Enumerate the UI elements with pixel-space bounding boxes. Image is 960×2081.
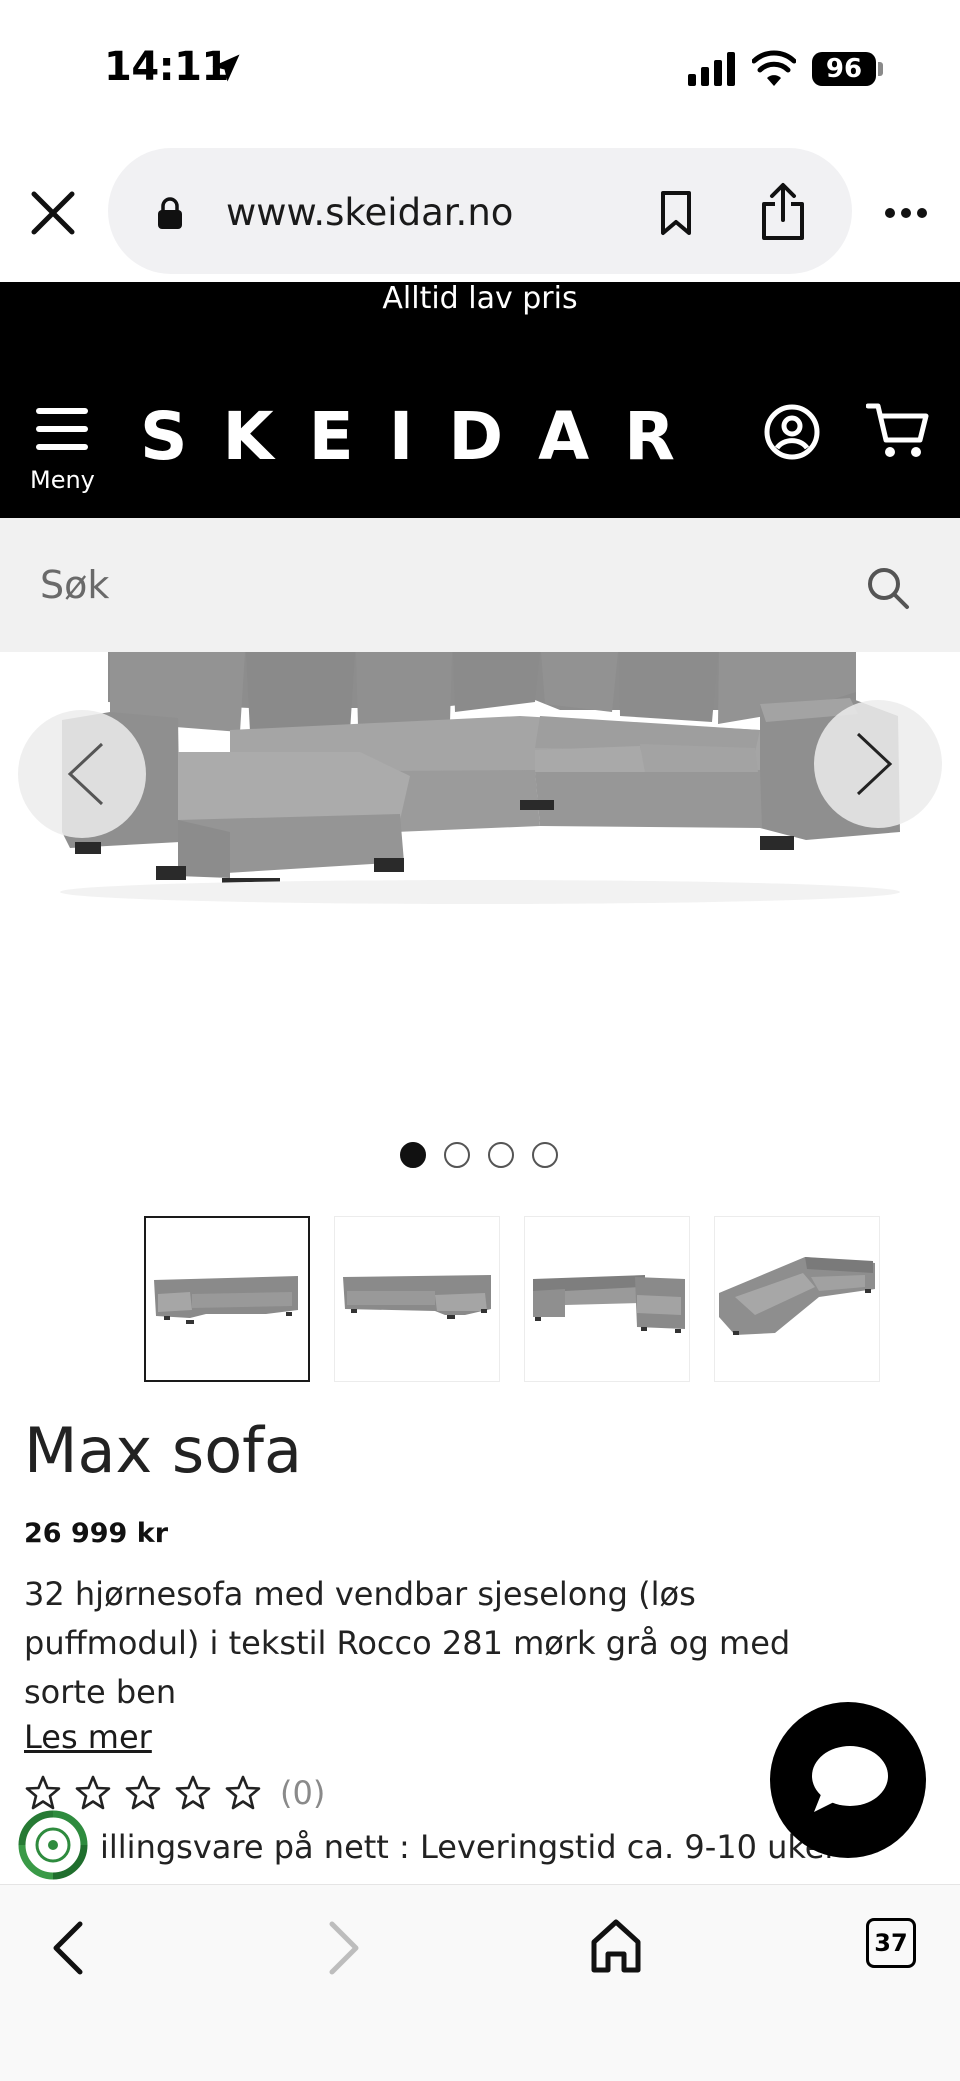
url-text[interactable]: www.skeidar.no: [226, 191, 513, 234]
review-count: (0): [280, 1774, 326, 1812]
star-empty-icon: [25, 1775, 61, 1810]
thumbnail-image: [719, 1257, 875, 1335]
wifi-icon: [752, 50, 796, 86]
battery-cap: [878, 62, 883, 76]
gallery-dot[interactable]: [532, 1142, 558, 1168]
gallery-prev-button[interactable]: [18, 710, 146, 838]
home-icon[interactable]: [590, 1918, 642, 1974]
gallery-dot[interactable]: [444, 1142, 470, 1168]
thumbnail[interactable]: [334, 1216, 500, 1382]
gallery-next-button[interactable]: [814, 700, 942, 828]
browser-bottom-toolbar: [0, 1884, 960, 2081]
star-empty-icon: [225, 1775, 261, 1810]
product-title: Max sofa: [24, 1414, 302, 1487]
forward-icon[interactable]: [322, 1918, 366, 1978]
back-icon[interactable]: [46, 1918, 90, 1978]
hamburger-icon: [36, 408, 88, 450]
cellular-signal-icon: [688, 52, 735, 86]
promo-banner: Alltid lav pris: [0, 282, 960, 344]
tabs-icon[interactable]: 37: [866, 1918, 916, 1968]
lock-icon: [158, 197, 182, 229]
thumbnail[interactable]: [524, 1216, 690, 1382]
thumbnail-image: [343, 1275, 491, 1319]
thumbnail-image: [533, 1275, 685, 1333]
cart-icon[interactable]: [866, 402, 930, 460]
chevron-right-icon: [856, 732, 893, 796]
search-icon[interactable]: [866, 566, 910, 610]
share-icon[interactable]: [758, 182, 808, 242]
status-bar: 14:11 96: [0, 0, 960, 140]
chevron-left-icon: [67, 742, 104, 806]
brand-logo[interactable]: SKEIDAR: [140, 398, 710, 475]
gallery-dot[interactable]: [488, 1142, 514, 1168]
battery-icon: 96: [812, 52, 876, 86]
star-empty-icon: [125, 1775, 161, 1810]
gallery-dot[interactable]: [400, 1142, 426, 1168]
rating-stars[interactable]: (0): [24, 1774, 325, 1812]
thumbnail[interactable]: [144, 1216, 310, 1382]
menu-label: Meny: [30, 466, 95, 494]
gallery-dots: [400, 1142, 558, 1168]
star-empty-icon: [75, 1775, 111, 1810]
account-icon[interactable]: [764, 404, 820, 460]
bookmark-icon[interactable]: [658, 190, 694, 236]
product-price: 26 999 kr: [24, 1518, 169, 1549]
menu-button[interactable]: Meny: [30, 400, 95, 496]
location-arrow-icon: [212, 54, 240, 82]
chat-bubble-icon: [812, 1746, 888, 1812]
product-description: 32 hjørnesofa med vendbar sjeselong (løs…: [24, 1575, 791, 1711]
thumbnail[interactable]: [714, 1216, 880, 1382]
thumbnail-image: [154, 1276, 298, 1324]
star-empty-icon: [175, 1775, 211, 1810]
delivery-info: illingsvare på nett : Leveringstid ca. 9…: [100, 1828, 838, 1866]
search-input[interactable]: [40, 560, 820, 610]
chat-button[interactable]: [770, 1702, 926, 1858]
thumbnail-strip: [144, 1216, 880, 1382]
more-icon[interactable]: [884, 206, 928, 220]
close-icon[interactable]: [30, 190, 76, 236]
read-more-link[interactable]: Les mer: [24, 1718, 152, 1756]
eco-badge-icon[interactable]: [16, 1808, 90, 1882]
